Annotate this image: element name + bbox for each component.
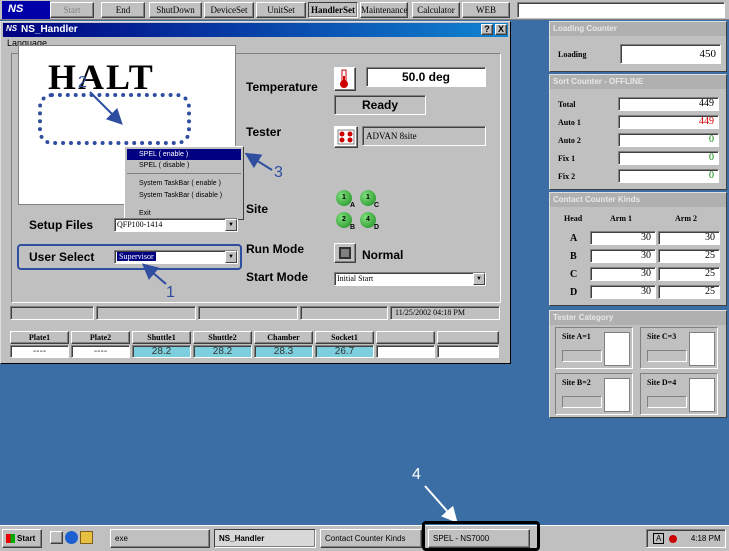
task-label: Contact Counter Kinds — [325, 534, 406, 543]
ie-icon[interactable] — [65, 531, 78, 544]
quick-launch — [48, 531, 106, 546]
task-ns-handler[interactable]: NS_Handler — [214, 529, 316, 548]
annotation-3: 3 — [274, 164, 283, 181]
task-label: exe — [115, 534, 128, 543]
task-spel[interactable]: SPEL - NS7000 — [428, 529, 530, 548]
annotation-1: 1 — [166, 284, 175, 301]
folder-icon[interactable] — [80, 531, 93, 544]
start-label: Start — [17, 534, 36, 543]
annotation-4: 4 — [412, 466, 421, 483]
tray-alert-icon[interactable] — [668, 534, 677, 543]
task-label: NS_Handler — [219, 534, 265, 543]
clock: 4:18 PM — [690, 534, 721, 543]
annotation-2: 2 — [78, 74, 87, 91]
windows-logo-icon — [6, 534, 15, 543]
show-desktop-icon[interactable] — [50, 531, 63, 544]
annotation-arrows — [89, 91, 458, 523]
taskbar: Start exe NS_Handler Contact Counter Kin… — [0, 521, 729, 551]
task-label: SPEL - NS7000 — [433, 534, 490, 543]
start-menu-button[interactable]: Start — [2, 529, 42, 548]
tray-language-indicator[interactable]: A — [653, 533, 665, 544]
task-contact-counter[interactable]: Contact Counter Kinds — [320, 529, 422, 548]
system-tray: A 4:18 PM — [646, 529, 726, 548]
task-exe[interactable]: exe — [110, 529, 210, 548]
